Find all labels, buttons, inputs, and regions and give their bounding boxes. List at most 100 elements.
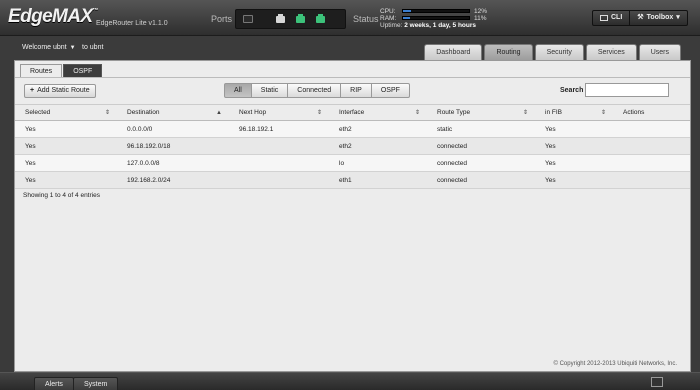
cell-interface: eth1 — [339, 176, 352, 184]
divider — [15, 77, 690, 78]
table-row[interactable]: Yes 0.0.0.0/0 96.18.192.1 eth2 static Ye… — [15, 121, 690, 138]
terminal-icon — [600, 15, 608, 21]
ports-panel — [235, 9, 346, 29]
filter-ospf[interactable]: OSPF — [370, 83, 410, 98]
chevron-down-icon: ▼ — [69, 45, 76, 51]
top-header: EdgeMAX™ EdgeRouter Lite v1.1.0 Ports St… — [0, 0, 700, 36]
status-label: Status — [353, 14, 379, 24]
uptime-label: Uptime: — [380, 22, 403, 29]
subtab-ospf[interactable]: OSPF — [63, 64, 103, 77]
table-row[interactable]: Yes 192.168.2.0/24 eth1 connected Yes — [15, 172, 690, 189]
cell-interface: eth2 — [339, 142, 352, 150]
routes-table: Selected ⇕ Destination ▲ Next Hop ⇕ Interfa… — [15, 104, 690, 189]
search-input[interactable] — [585, 83, 669, 97]
chevron-down-icon: ▾ — [676, 14, 680, 21]
column-label: Selected — [25, 109, 51, 116]
filter-rip[interactable]: RIP — [340, 83, 372, 98]
filter-all[interactable]: All — [224, 83, 252, 98]
cell-selected: Yes — [25, 176, 36, 184]
column-label: Destination — [127, 109, 160, 116]
tab-users[interactable]: Users — [638, 44, 681, 60]
subtab-routes[interactable]: Routes — [20, 64, 63, 77]
tab-security[interactable]: Security — [534, 44, 584, 60]
cell-destination: 96.18.192.0/18 — [127, 142, 171, 150]
column-header-destination[interactable]: Destination ▲ — [117, 105, 229, 120]
cpu-bar — [402, 9, 470, 13]
cell-selected: Yes — [25, 142, 36, 150]
cell-in-fib: Yes — [545, 142, 556, 150]
cell-route-type: connected — [437, 176, 467, 184]
cell-next-hop — [229, 172, 329, 188]
eth0-port-icon[interactable] — [276, 14, 285, 23]
routing-panel: Routes OSPF + Add Static Route All Static… — [14, 60, 691, 372]
cell-in-fib: Yes — [545, 125, 556, 133]
cpu-row: CPU: — [380, 8, 398, 15]
table-row[interactable]: Yes 96.18.192.0/18 eth2 connected Yes — [15, 138, 690, 155]
sort-icon: ⇕ — [414, 110, 420, 116]
ports-label: Ports — [211, 14, 233, 24]
cell-interface: eth2 — [339, 125, 352, 133]
cpu-bar-fill — [403, 10, 411, 12]
column-header-selected[interactable]: Selected ⇕ — [15, 105, 117, 120]
cpu-label: CPU: — [380, 8, 396, 15]
router-version: EdgeRouter Lite v1.1.0 — [96, 20, 168, 27]
eth2-port-icon[interactable] — [316, 14, 325, 23]
expand-icon[interactable] — [651, 377, 663, 387]
column-label: Actions — [623, 109, 645, 116]
cell-next-hop — [229, 155, 329, 171]
alerts-tab[interactable]: Alerts — [34, 377, 74, 390]
cli-button[interactable]: CLI — [593, 11, 629, 25]
route-type-filter: All Static Connected RIP OSPF — [224, 83, 410, 98]
filter-connected[interactable]: Connected — [287, 83, 342, 98]
plus-icon: + — [30, 87, 35, 94]
table-row[interactable]: Yes 127.0.0.0/8 lo connected Yes — [15, 155, 690, 172]
add-static-route-label: Add Static Route — [37, 87, 90, 94]
cell-actions — [613, 172, 690, 188]
user-bar: Welcome ubnt ▼ to ubnt Dashboard Routing … — [0, 36, 700, 60]
cell-interface: lo — [339, 159, 345, 167]
copyright: © Copyright 2012-2013 Ubiquiti Networks,… — [553, 361, 677, 367]
bottom-bar: Alerts System — [0, 372, 700, 390]
column-header-route-type[interactable]: Route Type ⇕ — [427, 105, 535, 120]
console-port-icon[interactable] — [243, 15, 253, 23]
cli-label: CLI — [611, 14, 623, 21]
column-label: Route Type — [437, 109, 471, 116]
cell-in-fib: Yes — [545, 176, 556, 184]
tab-services[interactable]: Services — [585, 44, 637, 60]
wrench-icon: ⚒ — [637, 14, 644, 21]
cell-next-hop: 96.18.192.1 — [239, 125, 274, 133]
cell-selected: Yes — [25, 125, 36, 133]
tab-routing[interactable]: Routing — [484, 44, 533, 60]
ram-bar-fill — [403, 17, 411, 19]
system-tab[interactable]: System — [73, 377, 119, 390]
toolbox-button[interactable]: ⚒ Toolbox ▾ — [629, 11, 687, 25]
sort-icon: ⇕ — [522, 110, 528, 116]
cell-destination: 0.0.0.0/0 — [127, 125, 153, 133]
cell-route-type: connected — [437, 142, 467, 150]
column-header-in-fib[interactable]: in FIB ⇕ — [535, 105, 613, 120]
filter-static[interactable]: Static — [250, 83, 289, 98]
column-header-interface[interactable]: Interface ⇕ — [329, 105, 427, 120]
ram-label: RAM: — [380, 15, 397, 22]
cell-next-hop — [229, 138, 329, 154]
hostname: to ubnt — [82, 44, 104, 51]
add-static-route-button[interactable]: + Add Static Route — [24, 84, 96, 98]
ram-row: RAM: — [380, 15, 398, 22]
user-menu[interactable]: Welcome ubnt ▼ — [22, 44, 76, 51]
routing-subtabs: Routes OSPF — [20, 64, 103, 77]
table-info: Showing 1 to 4 of 4 entries — [23, 192, 100, 199]
ram-bar — [402, 16, 470, 20]
toolbox-label: Toolbox — [646, 14, 674, 21]
search-label: Search — [560, 87, 584, 94]
eth1-port-icon[interactable] — [296, 14, 305, 23]
cell-destination: 127.0.0.0/8 — [127, 159, 160, 167]
uptime-value: 2 weeks, 1 day, 5 hours — [404, 22, 476, 29]
cpu-value: 12% — [474, 8, 488, 15]
column-label: Interface — [339, 109, 365, 116]
cell-actions — [613, 138, 690, 154]
column-header-next-hop[interactable]: Next Hop ⇕ — [229, 105, 329, 120]
cell-in-fib: Yes — [545, 159, 556, 167]
column-header-actions: Actions — [613, 105, 690, 120]
cell-actions — [613, 155, 690, 171]
tab-dashboard[interactable]: Dashboard — [424, 44, 483, 60]
